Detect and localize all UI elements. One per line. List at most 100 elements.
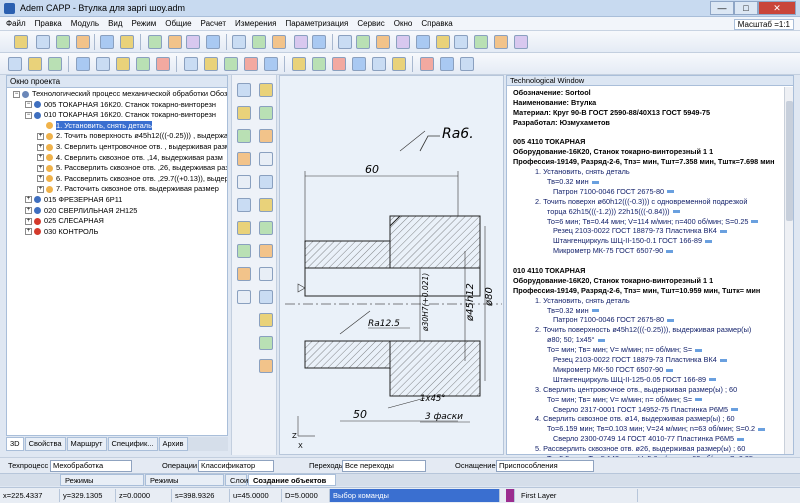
toolbar-tool-icon[interactable] — [8, 57, 22, 71]
toolbar-tool-icon[interactable] — [76, 35, 90, 49]
edit-link-icon[interactable] — [719, 358, 727, 362]
toolbar-tool-icon[interactable] — [396, 35, 410, 49]
transitions-select[interactable]: Все переходы — [342, 460, 426, 472]
toolbar-tool-icon[interactable] — [186, 35, 200, 49]
toolbar-tool-icon[interactable] — [100, 35, 114, 49]
toolbar-tool-icon[interactable] — [376, 35, 390, 49]
draw-tool-icon[interactable] — [237, 198, 251, 212]
expand-toggle-icon[interactable]: + — [37, 164, 44, 172]
menu-item[interactable]: Общие — [165, 19, 191, 28]
toolbar-tool-icon[interactable] — [332, 57, 346, 71]
tree-node[interactable]: +030 КОНТРОЛЬ — [7, 227, 227, 238]
document-tab[interactable]: Создание объектов ТП — [248, 474, 336, 496]
draw-tool-icon[interactable] — [237, 244, 251, 258]
toolbar-tool-icon[interactable] — [272, 35, 286, 49]
toolbar-tool-icon[interactable] — [420, 57, 434, 71]
menu-item[interactable]: Параметризация — [285, 19, 348, 28]
toolbar-tool-icon[interactable] — [440, 57, 454, 71]
document-tab[interactable]: Режимы отображения — [60, 474, 144, 496]
toolbar-tool-icon[interactable] — [252, 35, 266, 49]
toolbar-tool-icon[interactable] — [148, 35, 162, 49]
edit-link-icon[interactable] — [737, 437, 745, 441]
draw-tool-icon[interactable] — [259, 106, 273, 120]
document-tab[interactable]: Режимы построений — [145, 474, 224, 496]
toolbar-tool-icon[interactable] — [454, 35, 468, 49]
toolbar-tool-icon[interactable] — [312, 35, 326, 49]
draw-tool-icon[interactable] — [259, 198, 273, 212]
edit-link-icon[interactable] — [591, 180, 599, 184]
draw-tool-icon[interactable] — [237, 106, 251, 120]
expand-toggle-icon[interactable]: + — [37, 175, 44, 183]
document-tab[interactable]: Слои — [225, 474, 248, 486]
toolbar-tool-icon[interactable] — [206, 35, 220, 49]
toolbar-tool-icon[interactable] — [312, 57, 326, 71]
edit-link-icon[interactable] — [666, 368, 674, 372]
minimize-button[interactable]: — — [710, 1, 734, 15]
toolbar-tool-icon[interactable] — [372, 57, 386, 71]
draw-tool-icon[interactable] — [237, 175, 251, 189]
left-panel-tab[interactable]: Специфик... — [107, 437, 158, 451]
expand-toggle-icon[interactable]: − — [13, 90, 20, 98]
draw-tool-icon[interactable] — [259, 267, 273, 281]
expand-toggle-icon[interactable]: − — [25, 111, 32, 119]
drawing-viewport[interactable]: 60 50 ø80 ø45h12 ø30H7(+0.021) Ra6. Ra12… — [279, 75, 504, 455]
draw-tool-icon[interactable] — [237, 290, 251, 304]
menu-item[interactable]: Файл — [6, 19, 26, 28]
tree-node[interactable]: +015 ФРЕЗЕРНАЯ 6Р11 — [7, 195, 227, 206]
tree-node[interactable]: +6. Рассверлить сквозное отв. ,29.7((+0.… — [7, 174, 227, 185]
menu-item[interactable]: Справка — [421, 19, 452, 28]
menu-item[interactable]: Правка — [35, 19, 62, 28]
draw-tool-icon[interactable] — [259, 152, 273, 166]
draw-tool-icon[interactable] — [237, 83, 251, 97]
draw-tool-icon[interactable] — [259, 83, 273, 97]
edit-link-icon[interactable] — [666, 249, 674, 253]
menu-item[interactable]: Сервис — [357, 19, 384, 28]
toolbar-tool-icon[interactable] — [116, 57, 130, 71]
tree-node[interactable]: +025 СЛЕСАРНАЯ — [7, 216, 227, 227]
left-panel-tab[interactable]: Маршрут — [66, 437, 107, 451]
toolbar-tool-icon[interactable] — [514, 35, 528, 49]
edit-link-icon[interactable] — [695, 348, 703, 352]
expand-toggle-icon[interactable]: + — [25, 196, 32, 204]
tree-node[interactable]: +5. Рассверлить сквозное отв. ,26, выдер… — [7, 163, 227, 174]
expand-toggle-icon[interactable]: + — [25, 207, 32, 215]
toolbar-tool-icon[interactable] — [392, 57, 406, 71]
expand-toggle-icon[interactable]: + — [37, 154, 44, 162]
edit-link-icon[interactable] — [719, 230, 727, 234]
edit-link-icon[interactable] — [731, 408, 739, 412]
equipment-select[interactable]: Приспособления — [496, 460, 594, 472]
expand-toggle-icon[interactable]: + — [25, 217, 32, 225]
toolbar-tool-icon[interactable] — [14, 35, 28, 49]
draw-tool-icon[interactable] — [259, 244, 273, 258]
scroll-thumb[interactable] — [786, 101, 793, 221]
menu-item[interactable]: Измерения — [235, 19, 276, 28]
draw-tool-icon[interactable] — [259, 175, 273, 189]
draw-tool-icon[interactable] — [259, 290, 273, 304]
edit-link-icon[interactable] — [705, 239, 713, 243]
expand-toggle-icon[interactable]: + — [37, 143, 44, 151]
left-panel-tab[interactable]: Свойства — [24, 437, 66, 451]
draw-tool-icon[interactable] — [237, 221, 251, 235]
tree-node[interactable]: +2. Точить поверхность ø45h12(((-0.25)))… — [7, 131, 227, 142]
toolbar-tool-icon[interactable] — [436, 35, 450, 49]
toolbar-tool-icon[interactable] — [232, 35, 246, 49]
edit-link-icon[interactable] — [695, 398, 703, 402]
edit-link-icon[interactable] — [758, 427, 766, 431]
toolbar-tool-icon[interactable] — [56, 35, 70, 49]
menu-item[interactable]: Расчет — [201, 19, 226, 28]
draw-tool-icon[interactable] — [237, 129, 251, 143]
draw-tool-icon[interactable] — [237, 267, 251, 281]
toolbar-tool-icon[interactable] — [356, 35, 370, 49]
edit-link-icon[interactable] — [667, 190, 675, 194]
tree-node[interactable]: +3. Сверлить центровочное отв. , выдержи… — [7, 142, 227, 153]
toolbar-tool-icon[interactable] — [136, 57, 150, 71]
toolbar-tool-icon[interactable] — [294, 35, 308, 49]
tree-node[interactable]: − 005 ТОКАРНАЯ 16К20. Станок токарно-винт… — [7, 100, 227, 111]
toolbar-tool-icon[interactable] — [224, 57, 238, 71]
toolbar-tool-icon[interactable] — [76, 57, 90, 71]
toolbar-tool-icon[interactable] — [292, 57, 306, 71]
expand-toggle-icon[interactable]: + — [37, 185, 44, 193]
toolbar-tool-icon[interactable] — [352, 57, 366, 71]
ops-select[interactable]: Классификатор операц — [198, 460, 274, 480]
menu-item[interactable]: Модуль — [71, 19, 99, 28]
